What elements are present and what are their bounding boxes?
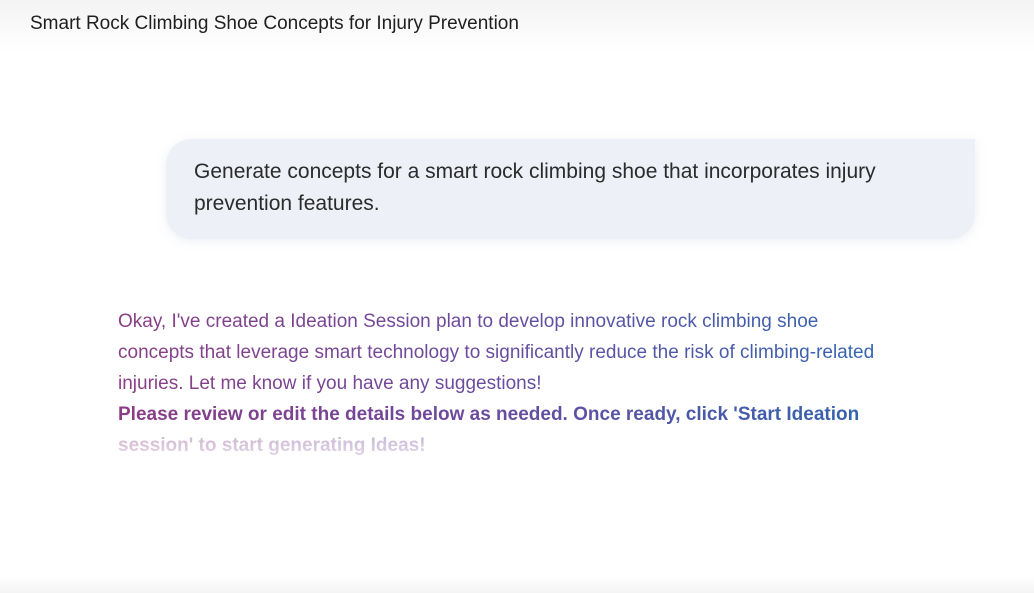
top-bar: Smart Rock Climbing Shoe Concepts for In… — [0, 0, 1034, 52]
assistant-response-cta: Please review or edit the details below … — [118, 399, 898, 461]
page-title: Smart Rock Climbing Shoe Concepts for In… — [30, 13, 519, 34]
assistant-response: Okay, I've created a Ideation Session pl… — [118, 306, 898, 461]
user-prompt-text: Generate concepts for a smart rock climb… — [194, 160, 876, 215]
assistant-response-text: Okay, I've created a Ideation Session pl… — [118, 306, 898, 399]
bottom-bar — [0, 577, 1034, 593]
user-prompt-bubble: Generate concepts for a smart rock climb… — [166, 139, 975, 239]
